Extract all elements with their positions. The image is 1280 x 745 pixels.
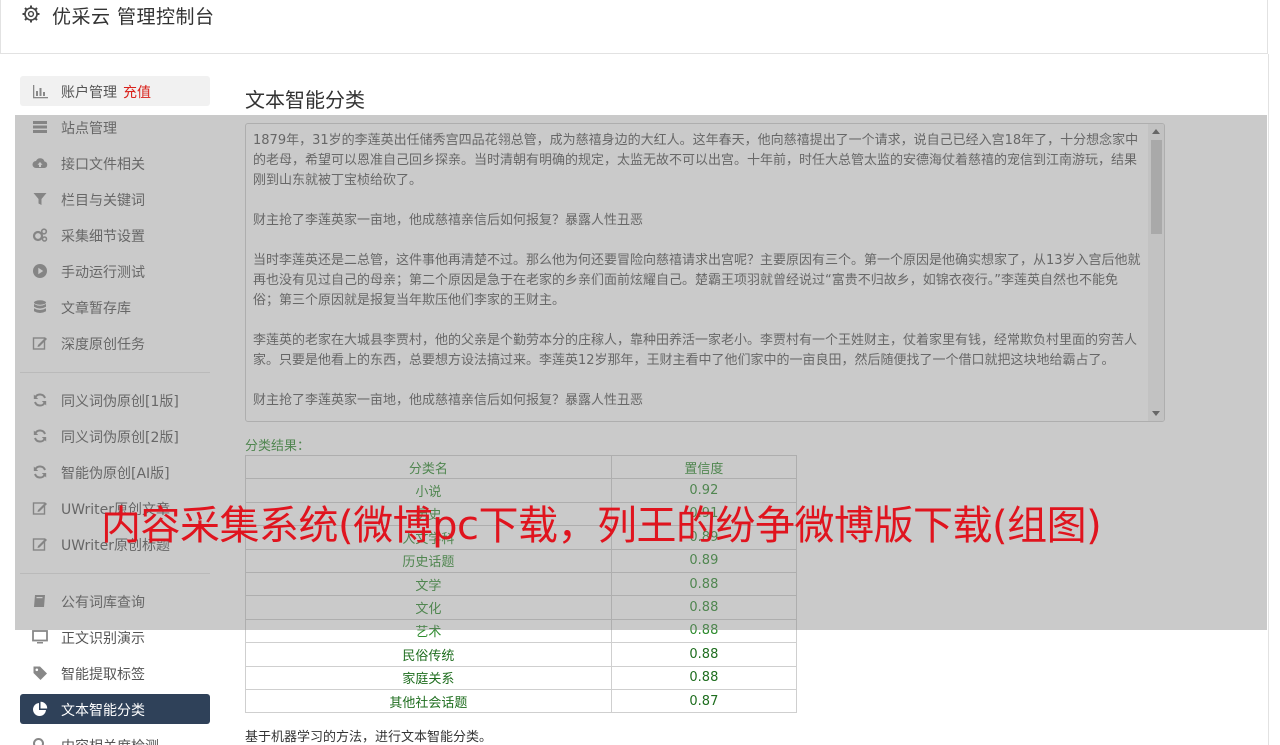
confidence-cell: 0.88	[610, 642, 798, 667]
gear-icon	[22, 5, 40, 23]
confidence-cell: 0.87	[610, 688, 798, 714]
overlay-caption: 内容采集系统(微博pc下载，列王的纷争微博版下载(组图)	[101, 503, 1102, 549]
sidebar-item-label: 文本智能分类	[61, 703, 145, 719]
top-header: 优采云 管理控制台	[0, 0, 1268, 54]
recharge-link[interactable]: 充值	[123, 85, 151, 101]
bar-chart-icon	[33, 85, 48, 99]
content-right-border	[1268, 54, 1269, 745]
sidebar-item-tag-extraction[interactable]: 智能提取标签	[20, 658, 210, 688]
grey-overlay	[15, 115, 1267, 630]
sidebar-item-account[interactable]: 账户管理 充值	[20, 76, 210, 106]
pie-chart-icon	[33, 701, 48, 716]
confidence-cell: 0.88	[610, 665, 798, 690]
search-icon	[33, 738, 44, 745]
sidebar-item-text-classification[interactable]: 文本智能分类	[20, 694, 210, 724]
category-cell: 民俗传统	[245, 642, 612, 667]
table-row: 家庭关系 0.88	[245, 665, 798, 690]
table-row: 民俗传统 0.88	[245, 642, 798, 667]
sidebar-item-label: 账户管理	[61, 85, 117, 101]
method-footnote: 基于机器学习的方法，进行文本智能分类。	[245, 730, 493, 745]
console-title: 优采云 管理控制台	[52, 6, 215, 28]
sidebar-item-label: 正文识别演示	[61, 631, 145, 647]
tag-icon	[33, 666, 47, 680]
category-cell: 其他社会话题	[245, 688, 612, 714]
sidebar-item-label: 内容相关度检测	[61, 736, 159, 745]
sidebar-item-label: 智能提取标签	[61, 667, 145, 683]
page-title: 文本智能分类	[245, 88, 365, 112]
table-row: 其他社会话题 0.87	[245, 688, 798, 714]
monitor-icon	[32, 630, 48, 644]
category-cell: 家庭关系	[245, 665, 612, 690]
sidebar-item-relevance-check[interactable]: 内容相关度检测	[20, 730, 210, 745]
